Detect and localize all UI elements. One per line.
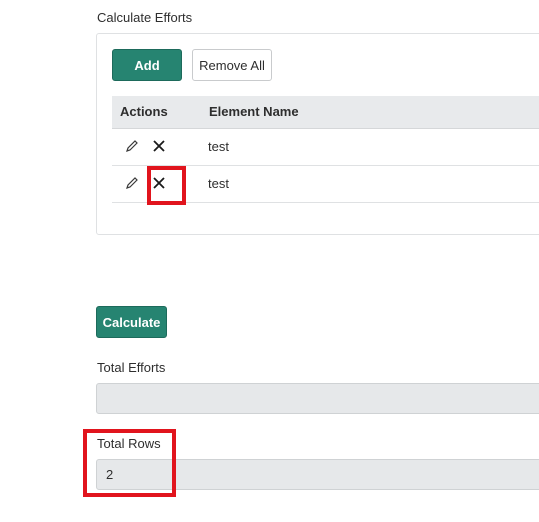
total-rows-label: Total Rows bbox=[97, 436, 161, 451]
pencil-icon[interactable] bbox=[125, 176, 139, 190]
column-header-actions: Actions bbox=[120, 104, 168, 119]
efforts-table: Actions Element Name test test bbox=[112, 96, 539, 203]
table-row: test bbox=[112, 166, 539, 203]
total-rows-field[interactable]: 2 bbox=[96, 459, 539, 490]
element-name: test bbox=[208, 139, 229, 154]
pencil-icon[interactable] bbox=[125, 139, 139, 153]
calculate-efforts-panel: Add Remove All Actions Element Name test bbox=[96, 33, 539, 235]
element-name: test bbox=[208, 176, 229, 191]
delete-icon[interactable] bbox=[151, 138, 167, 154]
total-efforts-label: Total Efforts bbox=[97, 360, 166, 375]
total-efforts-field[interactable] bbox=[96, 383, 539, 414]
column-header-element-name: Element Name bbox=[209, 104, 299, 119]
calculate-button[interactable]: Calculate bbox=[96, 306, 167, 338]
table-header: Actions Element Name bbox=[112, 96, 539, 129]
calculate-efforts-title: Calculate Efforts bbox=[97, 10, 193, 25]
add-button[interactable]: Add bbox=[112, 49, 182, 81]
delete-icon[interactable] bbox=[151, 175, 167, 191]
table-row: test bbox=[112, 129, 539, 166]
remove-all-button[interactable]: Remove All bbox=[192, 49, 272, 81]
